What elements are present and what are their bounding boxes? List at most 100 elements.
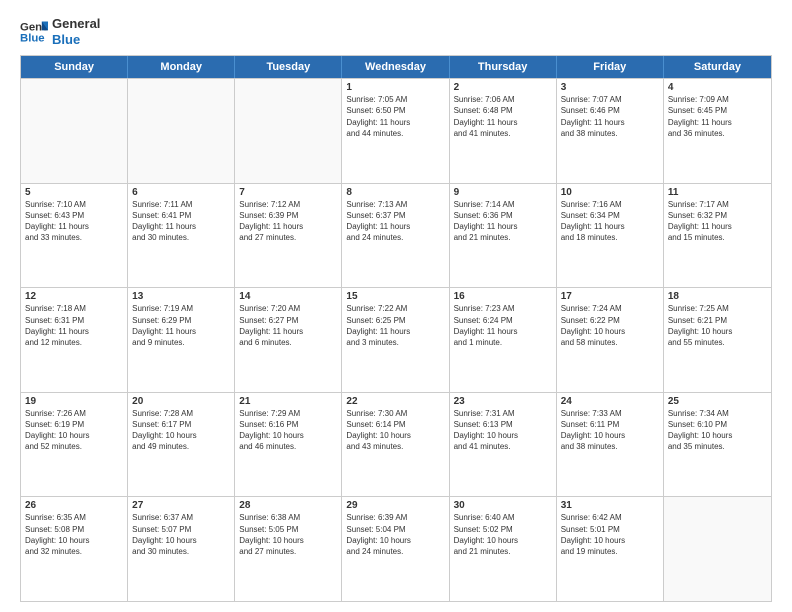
day-info: Sunrise: 7:34 AMSunset: 6:10 PMDaylight:… [668,408,767,453]
calendar-day-9: 9Sunrise: 7:14 AMSunset: 6:36 PMDaylight… [450,184,557,288]
day-info: Sunrise: 7:09 AMSunset: 6:45 PMDaylight:… [668,94,767,139]
day-info: Sunrise: 6:35 AMSunset: 5:08 PMDaylight:… [25,512,123,557]
calendar-week-3: 12Sunrise: 7:18 AMSunset: 6:31 PMDayligh… [21,287,771,392]
calendar-day-20: 20Sunrise: 7:28 AMSunset: 6:17 PMDayligh… [128,393,235,497]
calendar-day-26: 26Sunrise: 6:35 AMSunset: 5:08 PMDayligh… [21,497,128,601]
day-info: Sunrise: 7:22 AMSunset: 6:25 PMDaylight:… [346,303,444,348]
day-info: Sunrise: 7:29 AMSunset: 6:16 PMDaylight:… [239,408,337,453]
calendar-day-25: 25Sunrise: 7:34 AMSunset: 6:10 PMDayligh… [664,393,771,497]
day-number: 16 [454,291,552,302]
calendar-day-18: 18Sunrise: 7:25 AMSunset: 6:21 PMDayligh… [664,288,771,392]
day-number: 26 [25,500,123,511]
day-number: 12 [25,291,123,302]
logo: General Blue GeneralBlue [20,16,100,47]
calendar-day-12: 12Sunrise: 7:18 AMSunset: 6:31 PMDayligh… [21,288,128,392]
calendar-day-22: 22Sunrise: 7:30 AMSunset: 6:14 PMDayligh… [342,393,449,497]
day-number: 15 [346,291,444,302]
calendar-week-5: 26Sunrise: 6:35 AMSunset: 5:08 PMDayligh… [21,496,771,601]
page-header: General Blue GeneralBlue [20,16,772,47]
day-number: 25 [668,396,767,407]
day-info: Sunrise: 7:17 AMSunset: 6:32 PMDaylight:… [668,199,767,244]
day-number: 24 [561,396,659,407]
calendar-day-10: 10Sunrise: 7:16 AMSunset: 6:34 PMDayligh… [557,184,664,288]
day-info: Sunrise: 7:07 AMSunset: 6:46 PMDaylight:… [561,94,659,139]
calendar-body: 1Sunrise: 7:05 AMSunset: 6:50 PMDaylight… [21,78,771,601]
calendar-day-2: 2Sunrise: 7:06 AMSunset: 6:48 PMDaylight… [450,79,557,183]
day-info: Sunrise: 7:14 AMSunset: 6:36 PMDaylight:… [454,199,552,244]
logo-icon: General Blue [20,18,48,46]
weekday-header-wednesday: Wednesday [342,56,449,78]
day-number: 5 [25,187,123,198]
calendar-day-29: 29Sunrise: 6:39 AMSunset: 5:04 PMDayligh… [342,497,449,601]
calendar-day-17: 17Sunrise: 7:24 AMSunset: 6:22 PMDayligh… [557,288,664,392]
day-info: Sunrise: 6:42 AMSunset: 5:01 PMDaylight:… [561,512,659,557]
calendar-week-4: 19Sunrise: 7:26 AMSunset: 6:19 PMDayligh… [21,392,771,497]
weekday-header-saturday: Saturday [664,56,771,78]
weekday-header-thursday: Thursday [450,56,557,78]
day-number: 22 [346,396,444,407]
calendar-day-14: 14Sunrise: 7:20 AMSunset: 6:27 PMDayligh… [235,288,342,392]
calendar-day-empty [235,79,342,183]
calendar-day-16: 16Sunrise: 7:23 AMSunset: 6:24 PMDayligh… [450,288,557,392]
calendar-day-23: 23Sunrise: 7:31 AMSunset: 6:13 PMDayligh… [450,393,557,497]
day-info: Sunrise: 7:25 AMSunset: 6:21 PMDaylight:… [668,303,767,348]
calendar-day-13: 13Sunrise: 7:19 AMSunset: 6:29 PMDayligh… [128,288,235,392]
day-number: 1 [346,82,444,93]
calendar-day-empty [664,497,771,601]
day-info: Sunrise: 7:28 AMSunset: 6:17 PMDaylight:… [132,408,230,453]
day-number: 19 [25,396,123,407]
day-number: 28 [239,500,337,511]
day-info: Sunrise: 7:24 AMSunset: 6:22 PMDaylight:… [561,303,659,348]
day-info: Sunrise: 7:26 AMSunset: 6:19 PMDaylight:… [25,408,123,453]
day-number: 14 [239,291,337,302]
calendar-day-8: 8Sunrise: 7:13 AMSunset: 6:37 PMDaylight… [342,184,449,288]
day-info: Sunrise: 7:30 AMSunset: 6:14 PMDaylight:… [346,408,444,453]
day-number: 31 [561,500,659,511]
day-number: 13 [132,291,230,302]
day-info: Sunrise: 7:16 AMSunset: 6:34 PMDaylight:… [561,199,659,244]
day-info: Sunrise: 6:40 AMSunset: 5:02 PMDaylight:… [454,512,552,557]
weekday-header-sunday: Sunday [21,56,128,78]
calendar-day-1: 1Sunrise: 7:05 AMSunset: 6:50 PMDaylight… [342,79,449,183]
day-number: 21 [239,396,337,407]
day-info: Sunrise: 7:06 AMSunset: 6:48 PMDaylight:… [454,94,552,139]
day-number: 3 [561,82,659,93]
day-info: Sunrise: 7:19 AMSunset: 6:29 PMDaylight:… [132,303,230,348]
day-number: 30 [454,500,552,511]
day-info: Sunrise: 7:13 AMSunset: 6:37 PMDaylight:… [346,199,444,244]
day-number: 11 [668,187,767,198]
day-info: Sunrise: 7:10 AMSunset: 6:43 PMDaylight:… [25,199,123,244]
calendar-day-15: 15Sunrise: 7:22 AMSunset: 6:25 PMDayligh… [342,288,449,392]
day-number: 8 [346,187,444,198]
day-info: Sunrise: 6:38 AMSunset: 5:05 PMDaylight:… [239,512,337,557]
day-number: 20 [132,396,230,407]
day-number: 18 [668,291,767,302]
calendar-day-6: 6Sunrise: 7:11 AMSunset: 6:41 PMDaylight… [128,184,235,288]
day-info: Sunrise: 7:23 AMSunset: 6:24 PMDaylight:… [454,303,552,348]
calendar-day-24: 24Sunrise: 7:33 AMSunset: 6:11 PMDayligh… [557,393,664,497]
day-number: 7 [239,187,337,198]
calendar-day-empty [128,79,235,183]
calendar-day-31: 31Sunrise: 6:42 AMSunset: 5:01 PMDayligh… [557,497,664,601]
day-number: 4 [668,82,767,93]
calendar-day-3: 3Sunrise: 7:07 AMSunset: 6:46 PMDaylight… [557,79,664,183]
day-number: 2 [454,82,552,93]
day-number: 6 [132,187,230,198]
day-number: 27 [132,500,230,511]
svg-text:Blue: Blue [20,32,45,44]
calendar-day-7: 7Sunrise: 7:12 AMSunset: 6:39 PMDaylight… [235,184,342,288]
calendar-day-27: 27Sunrise: 6:37 AMSunset: 5:07 PMDayligh… [128,497,235,601]
day-number: 23 [454,396,552,407]
calendar-day-11: 11Sunrise: 7:17 AMSunset: 6:32 PMDayligh… [664,184,771,288]
day-info: Sunrise: 7:18 AMSunset: 6:31 PMDaylight:… [25,303,123,348]
day-info: Sunrise: 7:20 AMSunset: 6:27 PMDaylight:… [239,303,337,348]
day-info: Sunrise: 6:39 AMSunset: 5:04 PMDaylight:… [346,512,444,557]
weekday-header-friday: Friday [557,56,664,78]
day-number: 29 [346,500,444,511]
calendar-day-30: 30Sunrise: 6:40 AMSunset: 5:02 PMDayligh… [450,497,557,601]
calendar-day-5: 5Sunrise: 7:10 AMSunset: 6:43 PMDaylight… [21,184,128,288]
weekday-header-monday: Monday [128,56,235,78]
day-info: Sunrise: 7:31 AMSunset: 6:13 PMDaylight:… [454,408,552,453]
calendar-day-19: 19Sunrise: 7:26 AMSunset: 6:19 PMDayligh… [21,393,128,497]
day-number: 10 [561,187,659,198]
